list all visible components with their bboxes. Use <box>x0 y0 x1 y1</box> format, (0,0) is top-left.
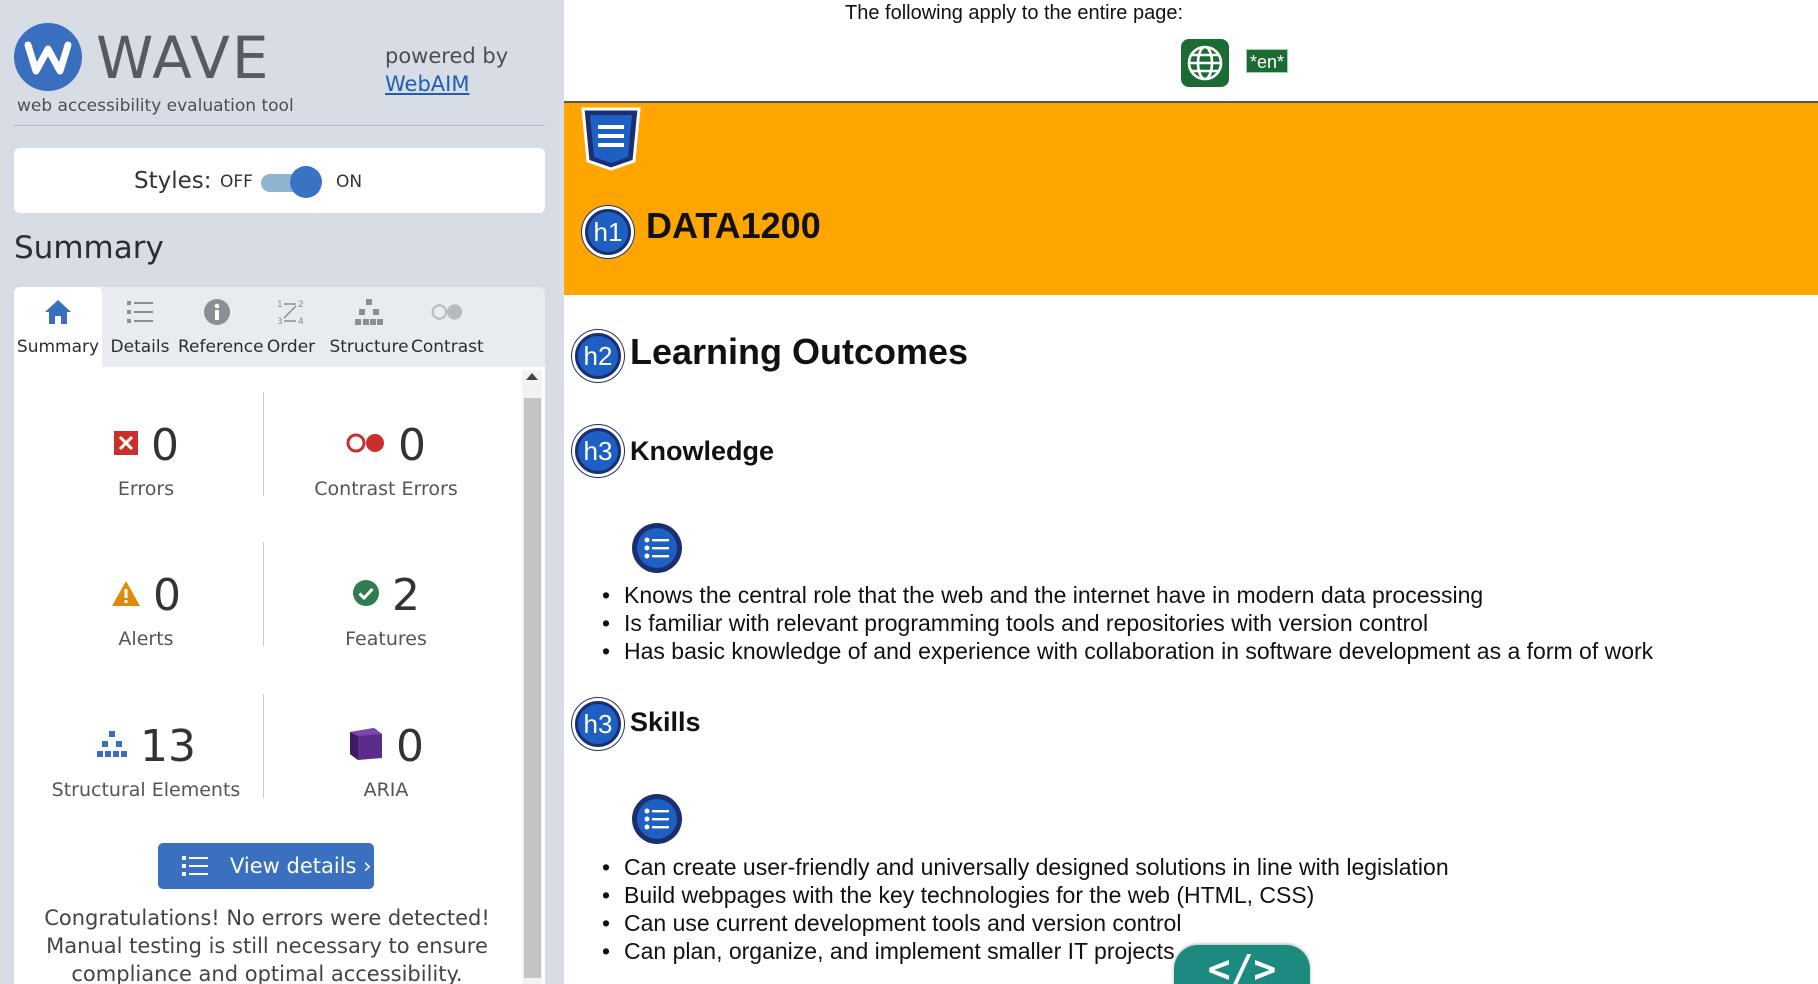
tab-details[interactable]: Details <box>102 287 178 367</box>
sidebar-divider <box>14 125 545 126</box>
wave-tagline: web accessibility evaluation tool <box>17 96 294 116</box>
view-details-label: View details › <box>230 854 372 878</box>
list-item: Has basic knowledge of and experience wi… <box>602 637 1653 665</box>
error-icon <box>113 430 139 460</box>
wave-logo: WAVE web accessibility evaluation tool p… <box>14 20 554 120</box>
wave-logo-text: WAVE <box>96 24 271 92</box>
summary-heading: Summary <box>14 230 164 266</box>
h3-badge-icon[interactable]: h3 <box>572 698 624 750</box>
aria-icon <box>348 726 384 766</box>
feature-check-icon <box>352 579 380 611</box>
evaluated-page: The following apply to the entire page: … <box>564 0 1818 984</box>
details-list-icon <box>182 855 208 882</box>
styles-toggle-switch[interactable] <box>290 166 322 198</box>
structural-label: Structural Elements <box>51 779 241 801</box>
congrats-line: Congratulations! No errors were detected… <box>44 906 490 930</box>
alerts-label: Alerts <box>118 628 174 650</box>
styles-toggle-box: Styles: OFF ON <box>14 148 545 213</box>
contrast-errors-label: Contrast Errors <box>314 478 458 500</box>
h3-badge-label: h3 <box>578 431 618 471</box>
svg-text:4: 4 <box>298 317 304 327</box>
css-icon[interactable] <box>580 107 642 171</box>
styles-on-label: ON <box>336 172 363 192</box>
contrast-icon <box>431 297 463 327</box>
tab-contrast[interactable]: Contrast <box>411 287 484 367</box>
aria-label: ARIA <box>363 779 409 801</box>
svg-text:1: 1 <box>277 300 283 310</box>
list-icon-inner <box>637 528 677 568</box>
svg-text:2: 2 <box>298 300 304 310</box>
skills-heading: Skills <box>630 707 701 737</box>
header-banner: h1 DATA1200 <box>564 103 1818 295</box>
list-item: Can use current development tools and ve… <box>602 909 1449 937</box>
styles-label: Styles: <box>134 168 212 194</box>
list-icon <box>124 297 156 327</box>
contrast-error-icon <box>346 432 386 458</box>
congrats-line: compliance and optimal accessibility. <box>71 962 463 984</box>
h1-badge-icon[interactable]: h1 <box>582 206 634 258</box>
scroll-up-arrow-icon[interactable] <box>526 373 538 380</box>
page-level-notice: The following apply to the entire page: <box>845 2 1183 24</box>
errors-label: Errors <box>117 478 175 500</box>
tab-reference[interactable]: Reference <box>178 287 264 367</box>
webaim-link[interactable]: WebAIM <box>385 72 469 96</box>
unordered-list-icon[interactable] <box>632 523 682 573</box>
knowledge-list: Knows the central role that the web and … <box>602 581 1653 665</box>
h2-badge-label: h2 <box>578 336 618 376</box>
home-icon <box>42 297 74 327</box>
alert-icon <box>111 580 141 611</box>
sidebar-scroll-thumb[interactable] <box>524 398 541 978</box>
styles-off-label: OFF <box>220 172 253 192</box>
code-toggle-button[interactable]: </> <box>1174 945 1310 984</box>
aria-count: 0 <box>396 720 424 772</box>
learning-outcomes-heading: Learning Outcomes <box>630 331 969 372</box>
list-item: Build webpages with the key technologies… <box>602 881 1449 909</box>
h3-badge-icon[interactable]: h3 <box>572 425 624 477</box>
view-details-button[interactable]: View details › <box>158 843 374 889</box>
structure-icon <box>96 730 128 762</box>
structural-count: 13 <box>140 720 196 772</box>
features-count: 2 <box>392 569 420 621</box>
tab-order-label: Order <box>266 337 316 357</box>
h3-badge-label: h3 <box>578 704 618 744</box>
sidebar-tabs: Summary Details Reference 1 2 3 4 Order Str… <box>14 287 545 367</box>
tab-order[interactable]: 1 2 3 4 Order <box>255 287 327 367</box>
knowledge-heading: Knowledge <box>630 436 775 466</box>
tab-summary[interactable]: Summary <box>14 287 102 367</box>
list-item: Can plan, organize, and implement smalle… <box>602 937 1449 965</box>
wave-logo-icon <box>14 23 82 91</box>
globe-language-icon[interactable] <box>1181 39 1229 87</box>
h2-badge-icon[interactable]: h2 <box>572 330 624 382</box>
tab-reference-label: Reference <box>178 337 264 357</box>
info-icon <box>201 297 233 327</box>
alerts-count: 0 <box>153 569 181 621</box>
list-icon-inner <box>637 799 677 839</box>
tab-contrast-label: Contrast <box>411 337 484 357</box>
powered-by-label: powered by <box>385 44 509 68</box>
svg-text:3: 3 <box>277 317 283 327</box>
contrast-errors-count: 0 <box>398 419 426 471</box>
congrats-message: Congratulations! No errors were detected… <box>30 904 504 984</box>
list-item: Can create user-friendly and universally… <box>602 853 1449 881</box>
list-item: Is familiar with relevant programming to… <box>602 609 1653 637</box>
language-badge[interactable]: *en* <box>1246 49 1289 73</box>
page-title: DATA1200 <box>646 205 821 246</box>
tab-summary-label: Summary <box>16 337 100 357</box>
h1-badge-label: h1 <box>588 212 628 252</box>
errors-count: 0 <box>151 419 179 471</box>
congrats-line: Manual testing is still necessary to ens… <box>46 934 488 958</box>
order-icon: 1 2 3 4 <box>275 297 307 327</box>
structure-icon <box>353 297 385 327</box>
features-label: Features <box>345 628 427 650</box>
skills-list: Can create user-friendly and universally… <box>602 853 1449 965</box>
unordered-list-icon[interactable] <box>632 794 682 844</box>
list-item: Knows the central role that the web and … <box>602 581 1653 609</box>
wave-sidebar: WAVE web accessibility evaluation tool p… <box>0 0 564 984</box>
tab-structure[interactable]: Structure <box>327 287 411 367</box>
tab-structure-label: Structure <box>329 337 409 357</box>
tab-details-label: Details <box>110 337 170 357</box>
